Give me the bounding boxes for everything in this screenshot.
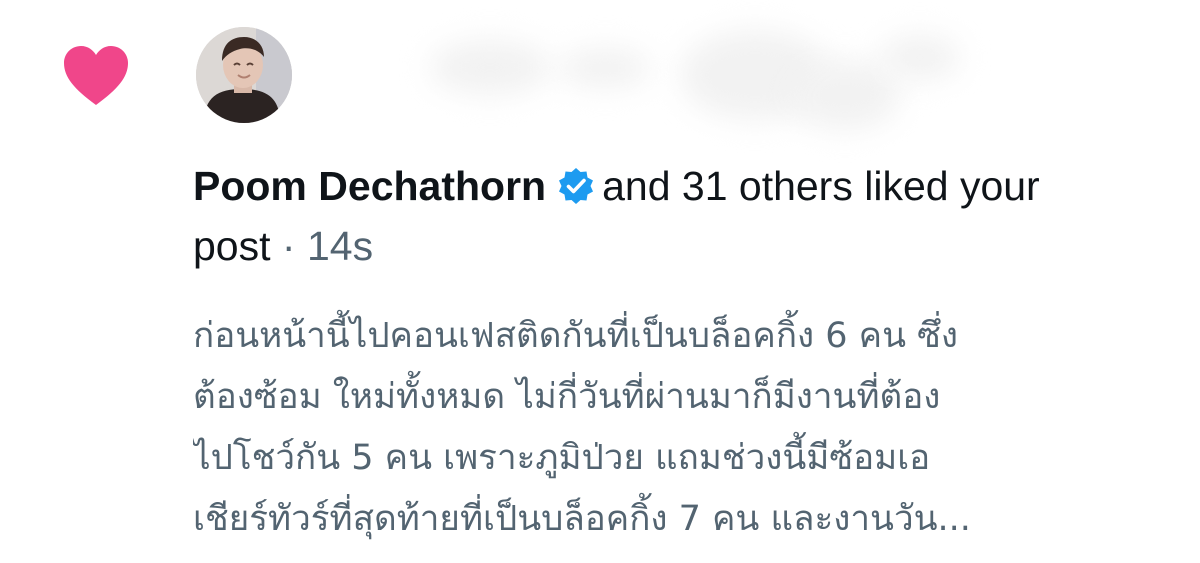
verified-badge-icon	[556, 166, 596, 206]
action-text-continued: post	[193, 223, 271, 269]
separator-dot: ·	[281, 223, 296, 269]
post-preview-line: ไปโชว์กัน 5 คน เพราะภูมิป่วย แถมช่วงนี้ม…	[193, 438, 931, 478]
blurred-avatar-placeholder	[430, 40, 550, 95]
action-text: and 31 others liked your	[602, 163, 1040, 209]
post-preview-line: ต้องซ้อม ใหม่ทั้งหมด ไม่กี่วันที่ผ่านมาก…	[193, 377, 941, 417]
like-notification[interactable]: Poom Dechathorn and 31 others liked your…	[0, 0, 1200, 563]
author-name[interactable]: Poom Dechathorn	[193, 163, 546, 209]
blurred-avatar-placeholder	[560, 48, 650, 88]
post-preview-line: ก่อนหน้านี้ไปคอนเฟสติดกันที่เป็นบล็อคกิ้…	[193, 316, 958, 356]
author-avatar[interactable]	[196, 27, 292, 123]
post-preview-line: เชียร์ทัวร์ที่สุดท้ายที่เป็นบล็อคกิ้ง 7 …	[193, 499, 971, 539]
blurred-avatar-placeholder	[880, 35, 960, 80]
notification-headline: Poom Dechathorn and 31 others liked your…	[193, 156, 1183, 276]
heart-icon	[62, 45, 130, 107]
post-preview[interactable]: ก่อนหน้านี้ไปคอนเฟสติดกันที่เป็นบล็อคกิ้…	[193, 306, 1183, 550]
blurred-avatar-placeholder	[790, 60, 900, 130]
timestamp: 14s	[306, 223, 374, 269]
